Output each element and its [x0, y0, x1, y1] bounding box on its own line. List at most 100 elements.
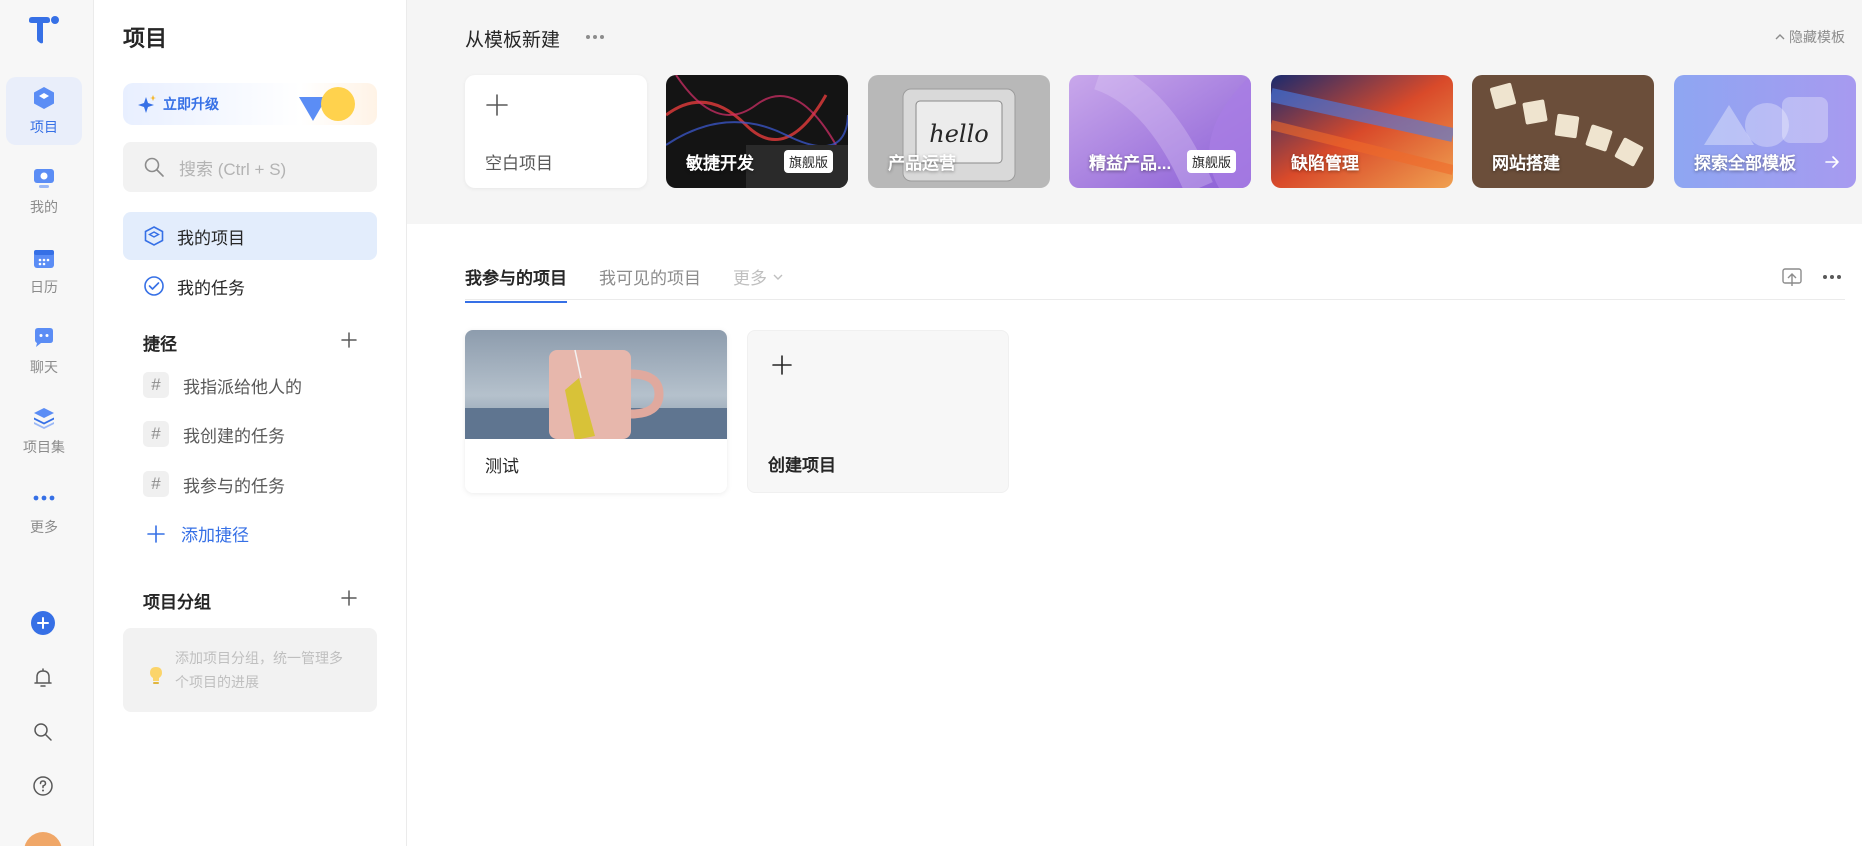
template-label: 精益产品...: [1089, 154, 1172, 173]
nav-label: 我的任务: [177, 278, 245, 298]
create-project-label: 创建项目: [768, 456, 836, 475]
plus-icon: [772, 355, 792, 375]
chevron-down-icon: [773, 274, 783, 280]
add-group-button[interactable]: [337, 586, 361, 610]
shortcut-item[interactable]: # 我创建的任务: [143, 415, 377, 453]
templates-more-button[interactable]: [582, 26, 608, 48]
search-placeholder: 搜索 (Ctrl + S): [179, 159, 287, 179]
template-card[interactable]: 缺陷管理: [1271, 75, 1453, 188]
shortcut-label: 我指派给他人的: [183, 377, 302, 397]
template-card[interactable]: 精益产品... 旗舰版: [1069, 75, 1251, 188]
lightbulb-icon: [150, 667, 162, 684]
more-icon: [33, 495, 55, 501]
template-card[interactable]: hello 产品运营: [868, 75, 1050, 188]
shortcut-item[interactable]: # 我参与的任务: [143, 465, 377, 503]
plus-icon: [486, 94, 508, 116]
template-label: 探索全部模板: [1694, 154, 1796, 173]
template-label: 产品运营: [888, 154, 956, 173]
plus-icon: [341, 590, 357, 606]
bell-icon: [34, 668, 52, 687]
templates-title: 从模板新建: [465, 30, 561, 51]
rail-item-project-set[interactable]: 项目集: [6, 397, 82, 465]
my-icon: [34, 169, 54, 188]
project-set-icon: [34, 408, 54, 429]
nav-label: 我的项目: [177, 228, 245, 248]
rail-item-label: 更多: [30, 519, 58, 535]
add-shortcut-label: 添加捷径: [181, 526, 249, 545]
rail-item-chat[interactable]: 聊天: [6, 317, 82, 385]
hash-icon: #: [143, 421, 169, 447]
project-name: 测试: [485, 457, 519, 476]
ellipsis-icon: [1823, 275, 1841, 279]
rail-item-label: 项目集: [23, 439, 65, 455]
rail-item-more[interactable]: 更多: [6, 477, 82, 545]
rail-item-label: 项目: [30, 119, 58, 135]
template-card[interactable]: 敏捷开发 旗舰版: [666, 75, 848, 188]
project-outline-icon: [144, 226, 164, 246]
export-button[interactable]: [1779, 264, 1805, 290]
help-icon: [33, 776, 53, 796]
ellipsis-icon: [586, 35, 604, 39]
plus-icon: [147, 524, 165, 543]
calendar-icon: [34, 250, 54, 268]
tab-more-label: 更多: [733, 269, 767, 288]
shortcut-item[interactable]: # 我指派给他人的: [143, 366, 377, 404]
export-icon: [1782, 268, 1802, 286]
search-icon: [34, 723, 52, 741]
nav-my-projects[interactable]: 我的项目: [123, 212, 377, 260]
template-label: 敏捷开发: [686, 154, 754, 173]
view-tools: [1779, 264, 1845, 290]
project-groups-heading: 项目分组: [143, 593, 211, 612]
template-card[interactable]: 网站搭建: [1472, 75, 1654, 188]
flagship-badge: 旗舰版: [783, 150, 833, 173]
rail-item-label: 日历: [30, 279, 58, 295]
create-button[interactable]: [28, 608, 58, 638]
app-rail: 项目 我的 日历 聊天 项目集 更多: [0, 0, 94, 846]
sidebar-title: 项目: [123, 26, 168, 51]
arrow-right-icon: [1825, 156, 1839, 168]
hide-templates-label: 隐藏模板: [1789, 29, 1845, 45]
create-project-card[interactable]: 创建项目: [747, 330, 1009, 493]
template-blank-project[interactable]: 空白项目: [465, 75, 647, 188]
template-label: 缺陷管理: [1291, 154, 1359, 173]
shortcuts-heading: 捷径: [143, 335, 177, 354]
add-shortcut-button[interactable]: [337, 328, 361, 352]
global-search-button[interactable]: [28, 717, 58, 747]
rail-item-calendar[interactable]: 日历: [6, 237, 82, 305]
project-tabs: 我参与的项目 我可见的项目 更多: [465, 258, 1845, 303]
sparkle-icon: [138, 95, 156, 113]
upgrade-banner[interactable]: 立即升级: [123, 83, 377, 125]
project-icon: [34, 87, 54, 109]
project-card[interactable]: 测试: [465, 330, 727, 493]
search-input[interactable]: 搜索 (Ctrl + S): [123, 142, 377, 192]
project-groups-tip: 添加项目分组，统一管理多个项目的进展: [123, 628, 377, 712]
tab-visible-projects[interactable]: 我可见的项目: [599, 264, 701, 301]
hash-icon: #: [143, 372, 169, 398]
add-shortcut-link[interactable]: 添加捷径: [145, 521, 249, 546]
main-content: 从模板新建 隐藏模板 空白项目 敏捷开发 旗舰版 hello 产品运营 精益产品…: [407, 0, 1862, 846]
tab-more[interactable]: 更多: [733, 264, 785, 301]
project-groups-tip-text: 添加项目分组，统一管理多个项目的进展: [175, 650, 343, 690]
user-avatar[interactable]: [24, 832, 62, 846]
plus-icon: [341, 332, 357, 348]
nav-my-tasks[interactable]: 我的任务: [123, 262, 377, 310]
upgrade-label: 立即升级: [163, 96, 219, 112]
svg-text:hello: hello: [929, 120, 988, 148]
check-circle-icon: [144, 276, 164, 296]
rail-item-my[interactable]: 我的: [6, 157, 82, 225]
tab-participating-projects[interactable]: 我参与的项目: [465, 264, 567, 303]
app-logo-icon[interactable]: [27, 12, 61, 46]
rail-item-project[interactable]: 项目: [6, 77, 82, 145]
hash-icon: #: [143, 471, 169, 497]
notifications-button[interactable]: [28, 663, 58, 693]
help-button[interactable]: [28, 771, 58, 801]
chat-icon: [35, 328, 53, 347]
project-cover-image: [465, 330, 727, 439]
hide-templates-button[interactable]: 隐藏模板: [1774, 27, 1845, 47]
search-icon: [144, 157, 164, 177]
project-sidebar: 项目 立即升级 搜索 (Ctrl + S) 我的项目 我的任务 捷径 # 我指派…: [94, 0, 407, 846]
rail-item-label: 我的: [30, 199, 58, 215]
view-more-button[interactable]: [1819, 264, 1845, 290]
explore-templates-card[interactable]: 探索全部模板: [1674, 75, 1856, 188]
templates-section: 从模板新建 隐藏模板 空白项目 敏捷开发 旗舰版 hello 产品运营 精益产品…: [407, 0, 1862, 224]
